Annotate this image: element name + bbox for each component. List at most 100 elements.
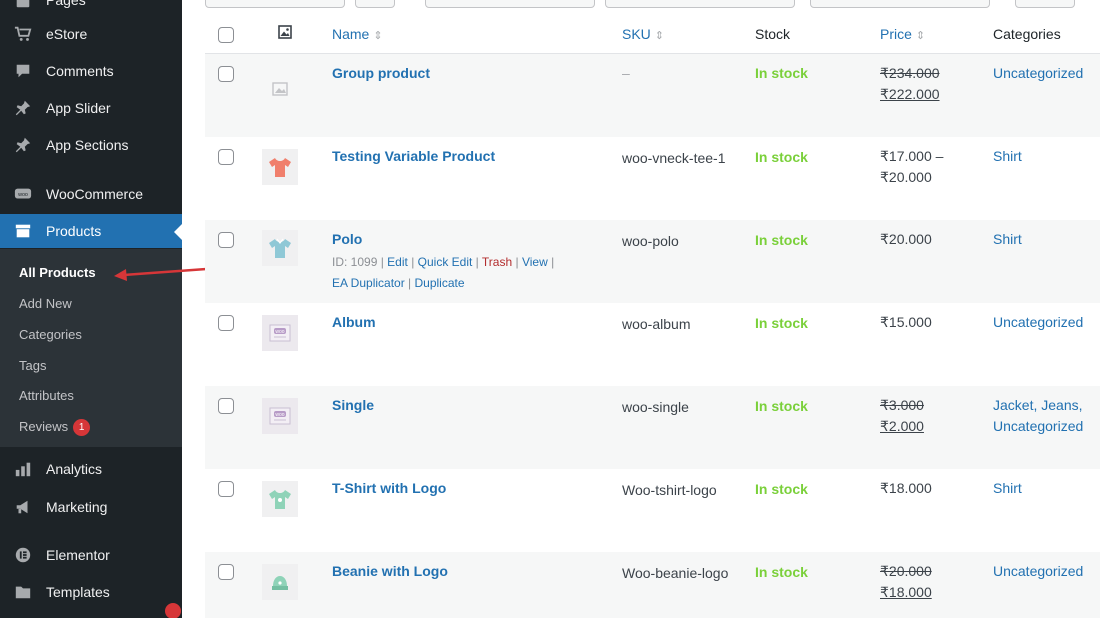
product-name-link[interactable]: Album bbox=[332, 314, 376, 330]
cart-icon bbox=[12, 25, 34, 43]
sort-icon: ⇕ bbox=[654, 30, 665, 42]
sidebar-item-app-sections[interactable]: App Sections bbox=[0, 128, 182, 162]
sidebar-item-comments[interactable]: Comments bbox=[0, 54, 182, 88]
filter-control[interactable] bbox=[205, 0, 345, 8]
product-sku: woo-album bbox=[622, 316, 691, 332]
table-row: T-Shirt with Logo Woo-tshirt-logo In sto… bbox=[205, 469, 1100, 552]
row-checkbox[interactable] bbox=[218, 398, 234, 414]
sidebar-item-templates[interactable]: Templates bbox=[0, 575, 182, 609]
product-category-link[interactable]: Shirt bbox=[993, 478, 1100, 499]
row-checkbox[interactable] bbox=[218, 149, 234, 165]
product-name-link[interactable]: Group product bbox=[332, 65, 430, 81]
product-name-link[interactable]: Beanie with Logo bbox=[332, 563, 448, 579]
placeholder-image-icon bbox=[262, 71, 298, 107]
album-icon: woo bbox=[262, 315, 298, 351]
table-header: Name ⇕ SKU ⇕ Stock Price ⇕ Categories bbox=[205, 14, 1100, 54]
sidebar-item-app-slider[interactable]: App Slider bbox=[0, 91, 182, 125]
filter-control[interactable] bbox=[425, 0, 595, 8]
table-row: Testing Variable Product woo-vneck-tee-1… bbox=[205, 137, 1100, 220]
product-category-link[interactable]: Uncategorized bbox=[993, 63, 1100, 84]
stock-status: In stock bbox=[755, 315, 808, 331]
pin-icon bbox=[12, 99, 34, 117]
notification-dot bbox=[165, 603, 181, 618]
price-regular: ₹20.000 bbox=[880, 563, 932, 579]
product-sku: woo-vneck-tee-1 bbox=[622, 150, 726, 166]
reviews-count-badge: 1 bbox=[73, 419, 91, 436]
submenu-item-attributes[interactable]: Attributes bbox=[19, 388, 74, 404]
row-checkbox[interactable] bbox=[218, 481, 234, 497]
category-list-line: Jacket, Jeans, bbox=[993, 397, 1083, 413]
sidebar-item-label: Pages bbox=[46, 0, 86, 8]
product-category-link[interactable]: Uncategorized bbox=[993, 561, 1100, 582]
image-column-icon bbox=[278, 25, 292, 39]
product-price: ₹17.000 – ₹20.000 bbox=[880, 146, 943, 188]
sidebar-item-label: Elementor bbox=[46, 547, 110, 563]
row-actions: ID: 1099 | Edit | Quick Edit | Trash | V… bbox=[332, 255, 555, 290]
duplicate-link[interactable]: Duplicate bbox=[415, 276, 465, 290]
table-row: woo Single woo-single In stock ₹3.000 ₹2… bbox=[205, 386, 1100, 469]
comment-icon bbox=[12, 62, 34, 80]
row-checkbox[interactable] bbox=[218, 315, 234, 331]
sort-icon: ⇕ bbox=[373, 30, 383, 42]
sidebar-item-elementor[interactable]: Elementor bbox=[0, 538, 182, 572]
svg-text:woo: woo bbox=[275, 329, 284, 335]
submenu-item-reviews[interactable]: Reviews 1 bbox=[19, 419, 91, 436]
view-link[interactable]: View bbox=[522, 255, 548, 269]
sidebar-item-analytics[interactable]: Analytics bbox=[0, 452, 182, 486]
product-sku: woo-single bbox=[622, 399, 689, 415]
submenu-item-categories[interactable]: Categories bbox=[19, 327, 82, 343]
product-category-link[interactable]: Jacket, Jeans, Uncategorized bbox=[993, 395, 1100, 437]
product-name-link[interactable]: T-Shirt with Logo bbox=[332, 480, 446, 496]
row-checkbox[interactable] bbox=[218, 66, 234, 82]
filter-control[interactable] bbox=[1015, 0, 1075, 8]
table-row: Group product – In stock ₹234.000 ₹222.0… bbox=[205, 54, 1100, 137]
product-price: ₹20.000 bbox=[880, 231, 932, 247]
sidebar-item-woocommerce[interactable]: woo WooCommerce bbox=[0, 177, 182, 211]
row-checkbox[interactable] bbox=[218, 564, 234, 580]
select-all-checkbox[interactable] bbox=[218, 27, 234, 43]
product-sku: Woo-tshirt-logo bbox=[622, 482, 717, 498]
product-price: ₹15.000 bbox=[880, 314, 932, 330]
column-header-price[interactable]: Price ⇕ bbox=[880, 26, 925, 42]
product-category-link[interactable]: Shirt bbox=[993, 146, 1100, 167]
column-header-sku[interactable]: SKU ⇕ bbox=[622, 26, 664, 42]
submenu-item-tags[interactable]: Tags bbox=[19, 358, 46, 374]
submenu-item-all-products[interactable]: All Products bbox=[19, 265, 96, 281]
filter-control[interactable] bbox=[810, 0, 990, 8]
row-checkbox[interactable] bbox=[218, 232, 234, 248]
archive-icon bbox=[12, 222, 34, 240]
product-category-link[interactable]: Uncategorized bbox=[993, 312, 1100, 333]
sidebar-item-label: App Slider bbox=[46, 100, 111, 116]
sidebar-item-label: Marketing bbox=[46, 499, 108, 515]
filter-control[interactable] bbox=[605, 0, 795, 8]
ea-duplicator-link[interactable]: EA Duplicator bbox=[332, 276, 405, 290]
table-row: woo Album woo-album In stock ₹15.000 Unc… bbox=[205, 303, 1100, 386]
quick-edit-link[interactable]: Quick Edit bbox=[418, 255, 473, 269]
sidebar-item-products[interactable]: Products bbox=[0, 214, 182, 248]
product-sku: – bbox=[622, 65, 630, 81]
price-sale: ₹2.000 bbox=[880, 418, 924, 434]
submenu-item-add-new[interactable]: Add New bbox=[19, 296, 72, 312]
edit-link[interactable]: Edit bbox=[387, 255, 408, 269]
woo-icon: woo bbox=[12, 185, 34, 203]
trash-link[interactable]: Trash bbox=[482, 255, 512, 269]
filter-control[interactable] bbox=[355, 0, 395, 8]
column-header-name[interactable]: Name ⇕ bbox=[332, 26, 383, 42]
sidebar-item-estore[interactable]: eStore bbox=[0, 17, 182, 51]
product-name-link[interactable]: Testing Variable Product bbox=[332, 148, 495, 164]
active-indicator bbox=[174, 224, 182, 240]
product-price: ₹20.000 ₹18.000 bbox=[880, 561, 932, 603]
sidebar-item-pages[interactable]: Pages bbox=[0, 0, 182, 17]
sidebar-item-marketing[interactable]: Marketing bbox=[0, 490, 182, 524]
sidebar-item-label: App Sections bbox=[46, 137, 129, 153]
product-name-link[interactable]: Single bbox=[332, 397, 374, 413]
sidebar-item-label: WooCommerce bbox=[46, 186, 143, 202]
product-name-link[interactable]: Polo bbox=[332, 231, 362, 247]
stock-status: In stock bbox=[755, 564, 808, 580]
sidebar-item-label: Products bbox=[46, 223, 102, 239]
stock-status: In stock bbox=[755, 481, 808, 497]
product-category-link[interactable]: Shirt bbox=[993, 229, 1100, 250]
green-tshirt-icon bbox=[262, 481, 298, 517]
products-table: Name ⇕ SKU ⇕ Stock Price ⇕ Categories Group… bbox=[205, 0, 1100, 618]
red-tshirt-icon bbox=[262, 149, 298, 185]
